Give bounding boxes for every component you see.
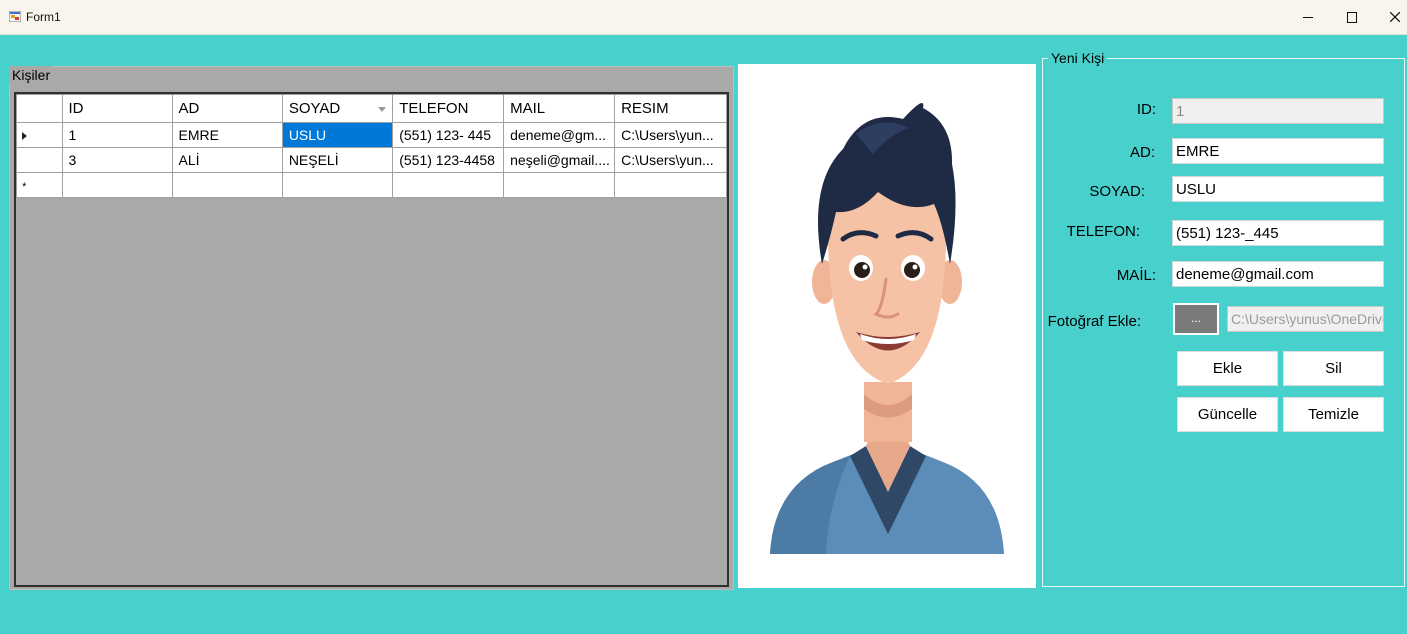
new-cell[interactable] — [61, 172, 173, 198]
new-cell[interactable] — [503, 172, 616, 198]
guncelle-button[interactable]: Güncelle — [1177, 397, 1278, 432]
mail-label: MAİL: — [1116, 267, 1156, 284]
temizle-button[interactable]: Temizle — [1283, 397, 1384, 432]
cell-ad[interactable]: EMRE — [171, 122, 283, 148]
ekle-button[interactable]: Ekle — [1177, 351, 1278, 386]
close-button[interactable] — [1373, 0, 1407, 34]
yeni-kisi-group-title: Yeni Kişi — [1048, 49, 1108, 67]
column-header-resim[interactable]: RESIM — [614, 94, 727, 123]
cell-telefon[interactable]: (551) 123-4458 — [392, 147, 505, 173]
cell-ad[interactable]: ALİ — [171, 147, 283, 173]
header-row: ID AD SOYAD TELEFON MAIL RESIM — [16, 94, 727, 123]
photo-path-field[interactable]: C:\Users\yunus\OneDrive — [1227, 306, 1384, 332]
telefon-field[interactable]: (551) 123-_445 — [1172, 220, 1384, 246]
browse-photo-button[interactable]: ... — [1173, 303, 1219, 335]
maximize-button[interactable] — [1330, 0, 1374, 34]
sil-button[interactable]: Sil — [1283, 351, 1384, 386]
ad-field[interactable]: EMRE — [1172, 138, 1384, 164]
new-row[interactable]: * — [16, 172, 727, 198]
new-cell[interactable] — [281, 172, 394, 198]
mail-field[interactable]: deneme@gmail.com — [1172, 261, 1384, 287]
column-header-mail[interactable]: MAIL — [503, 94, 616, 123]
minimize-icon — [1303, 16, 1313, 18]
new-cell[interactable] — [171, 172, 283, 198]
cell-id[interactable]: 1 — [61, 122, 173, 148]
table-row[interactable]: 1 EMRE USLU (551) 123- 445 deneme@gm... … — [16, 122, 727, 148]
cell-mail[interactable]: deneme@gm... — [503, 122, 616, 148]
column-header-soyad-label: SOYAD — [288, 100, 341, 117]
column-header-id[interactable]: ID — [61, 94, 173, 123]
people-table: ID AD SOYAD TELEFON MAIL RESIM 1 EMRE US… — [16, 94, 727, 198]
row-header-corner[interactable] — [16, 94, 63, 123]
cell-soyad[interactable]: NEŞELİ — [281, 147, 394, 173]
cell-resim[interactable]: C:\Users\yun... — [614, 147, 727, 173]
maximize-icon — [1347, 11, 1357, 23]
column-header-telefon[interactable]: TELEFON — [392, 94, 505, 123]
soyad-field[interactable]: USLU — [1172, 176, 1384, 202]
cell-soyad-selected[interactable]: USLU — [281, 122, 394, 148]
soyad-label: SOYAD: — [1089, 183, 1145, 200]
sort-arrow-icon — [378, 107, 387, 112]
row-header[interactable] — [16, 122, 63, 148]
cell-mail[interactable]: neşeli@gmail.... — [503, 147, 616, 173]
people-datagrid[interactable]: ID AD SOYAD TELEFON MAIL RESIM 1 EMRE US… — [14, 92, 729, 587]
row-header[interactable] — [16, 147, 63, 173]
id-label: ID: — [1136, 101, 1156, 118]
new-cell[interactable] — [392, 172, 505, 198]
avatar-illustration — [770, 102, 1004, 554]
person-photo — [738, 64, 1036, 588]
window-title: Form1 — [26, 10, 61, 24]
new-row-header[interactable]: * — [16, 172, 63, 198]
cell-id[interactable]: 3 — [61, 147, 173, 173]
cell-resim[interactable]: C:\Users\yun... — [614, 122, 727, 148]
table-row[interactable]: 3 ALİ NEŞELİ (551) 123-4458 neşeli@gmail… — [16, 147, 727, 173]
title-bar: Form1 — [0, 0, 1407, 35]
new-row-marker: * — [22, 181, 27, 193]
minimize-button[interactable] — [1286, 0, 1330, 34]
cell-telefon[interactable]: (551) 123- 445 — [392, 122, 505, 148]
kisiler-group-title: Kişiler — [9, 66, 54, 84]
new-cell[interactable] — [614, 172, 727, 198]
current-row-arrow-icon — [21, 132, 27, 140]
column-header-ad[interactable]: AD — [171, 94, 283, 123]
close-icon — [1390, 12, 1400, 22]
telefon-label: TELEFON: — [1066, 223, 1140, 240]
app-icon — [9, 11, 21, 22]
id-field[interactable]: 1 — [1172, 98, 1384, 124]
ad-label: AD: — [1129, 144, 1155, 161]
column-header-soyad[interactable]: SOYAD — [281, 94, 394, 123]
foto-label: Fotoğraf Ekle: — [1047, 313, 1141, 330]
